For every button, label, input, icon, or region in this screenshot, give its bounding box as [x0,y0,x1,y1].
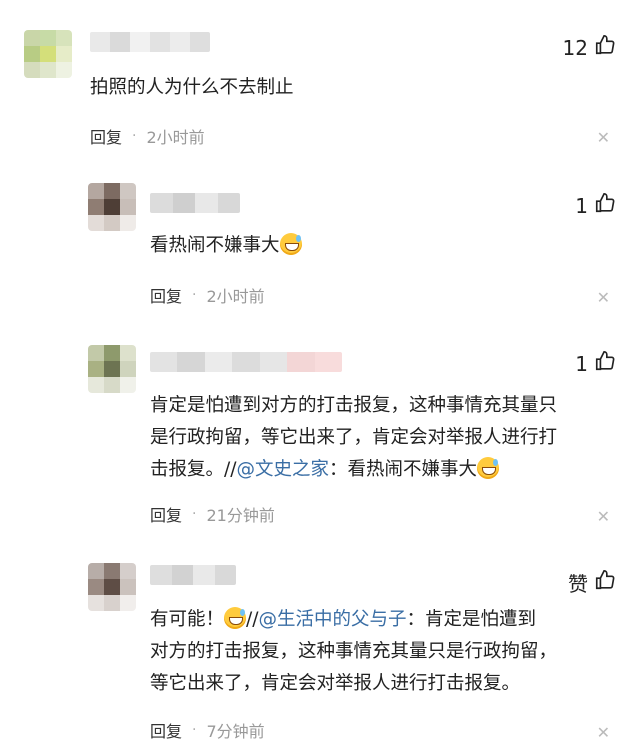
comment-line-text: ：看热闹不嫌事大 [328,459,477,480]
like-button[interactable]: 赞 [568,568,616,597]
username-blurred[interactable] [150,352,342,372]
close-icon[interactable]: ✕ [597,723,610,742]
username-blurred[interactable] [150,565,236,585]
comment-line: 有可能！ //@生活中的父与子：肯定是怕遭到 [150,604,557,636]
close-icon[interactable]: ✕ [597,288,610,307]
thumbs-up-icon [594,569,616,596]
comment-line: 拍照的人为什么不去制止 [90,77,294,98]
like-count: 1 [575,193,588,218]
separator-dot: · [192,287,197,303]
avatar[interactable] [88,563,136,611]
comment-line: 看热闹不嫌事大 [150,230,302,262]
timestamp: 2小时前 [206,287,265,306]
comment-line-text: 看热闹不嫌事大 [150,235,280,256]
comment-meta: 回复 · 2小时前 [150,283,265,307]
thumbs-up-icon [594,192,616,219]
like-count: 12 [562,35,588,60]
thumbs-up-icon [594,34,616,61]
comment-line: 等它出来了，肯定会对举报人进行打击报复。 [150,673,521,694]
separator-dot: · [132,128,137,144]
close-icon[interactable]: ✕ [597,128,610,147]
comment-line-text: // [246,609,259,630]
comment-meta: 回复 · 2小时前 [90,124,205,148]
timestamp: 21分钟前 [206,506,275,525]
timestamp: 7分钟前 [206,722,265,741]
comment-line-text: 有可能！ [150,609,225,630]
avatar[interactable] [88,183,136,231]
comment-line-text: ：肯定是怕遭到 [406,609,537,630]
comment-line: 对方的打击报复，这种事情充其量只是行政拘留， [150,641,558,662]
comment-line-text: 击报复。// [150,459,237,480]
grinning-sweat-emoji-icon [477,457,499,479]
separator-dot: · [192,722,197,738]
comment-text: 有可能！ //@生活中的父与子：肯定是怕遭到 对方的打击报复，这种事情充其量只是行… [150,604,557,700]
like-button[interactable]: 12 [563,34,616,61]
comment-text: 拍照的人为什么不去制止 [90,72,294,104]
reply-button[interactable]: 回复 [90,124,122,148]
comment-meta: 回复 · 7分钟前 [150,718,265,742]
mention-link[interactable]: @文史之家 [236,459,329,480]
avatar[interactable] [24,30,72,78]
like-label: 赞 [568,572,588,596]
comment-text: 看热闹不嫌事大 [150,230,302,262]
timestamp: 2小时前 [146,128,205,147]
comment-line: 击报复。//@文史之家：看热闹不嫌事大 [150,454,557,486]
reply-button[interactable]: 回复 [150,283,182,307]
comment-line: 肯定是怕遭到对方的打击报复，这种事情充其量只 [150,395,558,416]
like-count: 1 [575,351,588,376]
like-button[interactable]: 1 [575,192,616,219]
reply-button[interactable]: 回复 [150,502,182,526]
username-blurred[interactable] [90,32,210,52]
grinning-sweat-emoji-icon [224,607,247,629]
comment-line: 是行政拘留，等它出来了，肯定会对举报人进行打 [150,427,558,448]
username-blurred[interactable] [150,193,240,213]
separator-dot: · [192,506,197,522]
grinning-sweat-emoji-icon [279,233,302,255]
close-icon[interactable]: ✕ [597,507,610,526]
thumbs-up-icon [594,350,616,377]
comment-text: 肯定是怕遭到对方的打击报复，这种事情充其量只 是行政拘留，等它出来了，肯定会对举… [150,390,557,486]
avatar[interactable] [88,345,136,393]
comment-meta: 回复 · 21分钟前 [150,502,275,526]
mention-link[interactable]: @生活中的父与子 [258,609,406,630]
reply-button[interactable]: 回复 [150,718,182,742]
like-button[interactable]: 1 [575,350,616,377]
